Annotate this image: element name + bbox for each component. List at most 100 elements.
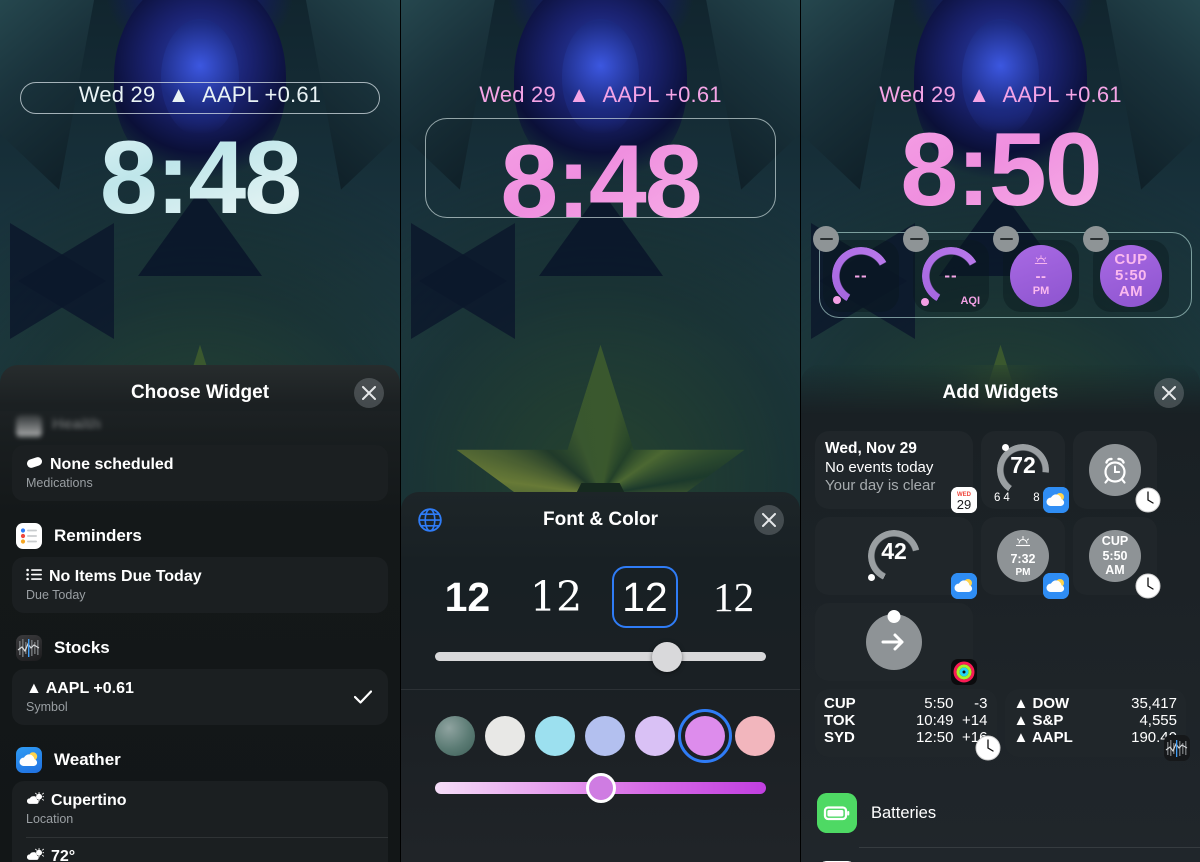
tile-time: 5:50 bbox=[1102, 548, 1128, 563]
list-item[interactable]: No Items Due Today Due Today bbox=[12, 557, 388, 613]
table-row: TOK 10:49 +14 bbox=[824, 712, 988, 729]
widget-card-stocks: ▲ AAPL +0.61 Symbol bbox=[12, 669, 388, 725]
app-name: Weather bbox=[54, 750, 121, 769]
tray-widget-aqi[interactable]: -- AQI bbox=[903, 226, 989, 312]
checkmark-icon bbox=[354, 690, 372, 704]
list-item[interactable]: None scheduled Medications bbox=[12, 445, 388, 501]
tile-city: CUP bbox=[1101, 533, 1129, 548]
lock-date-row[interactable]: Wed 29 ▲ AAPL +0.61 bbox=[401, 82, 800, 108]
widget-tile-alarm[interactable] bbox=[1073, 431, 1161, 513]
stocks-icon bbox=[16, 635, 42, 661]
app-header-reminders: Reminders bbox=[0, 513, 400, 555]
tile-line-3: Your day is clear bbox=[825, 477, 936, 495]
font-option-2-selected[interactable]: 12 bbox=[611, 566, 678, 628]
list-item[interactable]: ▲ AAPL +0.61 Symbol bbox=[12, 669, 388, 725]
color-swatch-multicolor[interactable] bbox=[435, 716, 475, 756]
close-button[interactable] bbox=[354, 378, 384, 408]
reminders-icon bbox=[16, 523, 42, 549]
tile-time: 7:32 bbox=[1010, 552, 1036, 567]
add-widgets-sheet: Add Widgets Wed, Nov 29 No events today … bbox=[801, 365, 1200, 862]
arrow-right-icon bbox=[881, 633, 904, 651]
remove-widget-button[interactable] bbox=[813, 226, 839, 252]
stocks-icon bbox=[1164, 735, 1190, 761]
color-swatch-cyan[interactable] bbox=[535, 716, 575, 756]
batteries-icon bbox=[817, 793, 857, 833]
sunset-circle: 7:32 PM bbox=[997, 530, 1049, 582]
tray-widget-sunset[interactable]: -- PM bbox=[993, 226, 1079, 312]
list-item-subtitle: Medications bbox=[26, 476, 93, 490]
alarm-clock-icon bbox=[1089, 444, 1141, 496]
font-option-3[interactable]: 12 bbox=[701, 566, 767, 628]
stock-value: 35,417 bbox=[1131, 695, 1177, 712]
table-row: ▲ DOW 35,417 bbox=[1014, 695, 1178, 712]
font-option-0[interactable]: 12 bbox=[434, 566, 500, 628]
remove-widget-button[interactable] bbox=[903, 226, 929, 252]
color-swatch-white[interactable] bbox=[485, 716, 525, 756]
close-button[interactable] bbox=[754, 505, 784, 535]
color-swatch-pink[interactable] bbox=[735, 716, 775, 756]
stock-symbol: ▲ AAPL bbox=[1013, 729, 1073, 746]
remove-widget-button[interactable] bbox=[1083, 226, 1109, 252]
widget-tile-sunset[interactable]: 7:32 PM bbox=[981, 517, 1069, 599]
sheet-partial-header-label: Health bbox=[52, 415, 101, 432]
stock-arrow-icon: ▲ bbox=[968, 82, 991, 107]
hue-slider[interactable] bbox=[435, 773, 766, 803]
lock-stock-ticker: AAPL +0.61 bbox=[602, 82, 722, 107]
color-swatch-lavender[interactable] bbox=[635, 716, 675, 756]
sheet-header: Add Widgets bbox=[801, 365, 1200, 421]
font-weight-slider[interactable] bbox=[435, 641, 766, 672]
color-swatch-periwinkle[interactable] bbox=[585, 716, 625, 756]
clock-icon bbox=[1135, 487, 1161, 513]
stock-value: 4,555 bbox=[1139, 712, 1177, 729]
lock-clock[interactable]: 8:48 bbox=[0, 126, 400, 230]
gauge-icon: -- bbox=[829, 244, 893, 308]
widget-tile-fitness[interactable] bbox=[815, 603, 977, 685]
widget-tray: -- -- AQI -- PM CUP 5:50 AM bbox=[813, 226, 1169, 312]
font-option-row: 12 12 12 12 bbox=[401, 548, 800, 632]
widget-list-scroller[interactable]: Health None scheduled Medications Remind… bbox=[0, 411, 400, 862]
list-item-partial-health[interactable]: Health bbox=[14, 411, 386, 437]
world-clock-circle: CUP 5:50 AM bbox=[1100, 245, 1162, 307]
weather-icon bbox=[1043, 487, 1069, 513]
tray-widget-meridiem: PM bbox=[1032, 284, 1050, 297]
app-header-stocks: Stocks bbox=[0, 625, 400, 667]
font-color-sheet: Font & Color 12 12 12 12 bbox=[401, 492, 800, 862]
list-item[interactable]: Cupertino Location bbox=[12, 781, 388, 837]
widget-tile-world-clock-list[interactable]: CUP 5:50 -3 TOK 10:49 +14 SYD 12:50 +16 bbox=[815, 689, 1000, 761]
hue-slider-knob[interactable] bbox=[585, 773, 616, 803]
remove-widget-button[interactable] bbox=[993, 226, 1019, 252]
panel-font-color: Wed 29 ▲ AAPL +0.61 8:48 Font & Color 12… bbox=[400, 0, 800, 862]
font-option-1[interactable]: 12 bbox=[523, 566, 589, 628]
list-item-title: No Items Due Today bbox=[49, 568, 202, 585]
list-item-calendar[interactable]: WED 29 Calendar bbox=[801, 847, 1200, 862]
color-swatch-orchid-selected[interactable] bbox=[678, 709, 732, 763]
stock-arrow-icon: ▲ bbox=[568, 82, 591, 107]
table-row: ▲ S&P 4,555 bbox=[1014, 712, 1178, 729]
list-item-batteries[interactable]: Batteries bbox=[801, 779, 1200, 847]
widget-tile-stocks-list[interactable]: ▲ DOW 35,417 ▲ S&P 4,555 ▲ AAPL 190.40 bbox=[1004, 689, 1190, 761]
calendar-29-icon: WED 29 bbox=[951, 487, 977, 513]
widget-tile-air-quality[interactable]: 42 bbox=[815, 517, 977, 599]
tray-widget-world-clock[interactable]: CUP 5:50 AM bbox=[1083, 226, 1169, 312]
lock-date: Wed 29 bbox=[879, 82, 956, 107]
tray-widget-value: -- bbox=[944, 266, 958, 285]
tray-widget-label: AQI bbox=[960, 295, 980, 307]
lock-date-row[interactable]: Wed 29 ▲ AAPL +0.61 bbox=[801, 82, 1200, 108]
widget-tile-weather[interactable]: 72 64 88 bbox=[981, 431, 1069, 513]
lock-date-row[interactable]: Wed 29 ▲ AAPL +0.61 bbox=[0, 82, 400, 108]
app-name: Reminders bbox=[54, 526, 142, 545]
tray-widget-weather-gauge[interactable]: -- bbox=[813, 226, 899, 312]
close-button[interactable] bbox=[1154, 378, 1184, 408]
lock-clock[interactable]: 8:48 bbox=[401, 130, 800, 234]
list-item[interactable]: 72° Conditions bbox=[12, 837, 388, 862]
clock-city: CUP bbox=[824, 695, 856, 712]
widget-tile-world-clock[interactable]: CUP 5:50 AM bbox=[1073, 517, 1161, 599]
lock-date: Wed 29 bbox=[479, 82, 556, 107]
health-icon bbox=[16, 413, 42, 437]
app-name: Stocks bbox=[54, 638, 110, 657]
widget-tile-calendar[interactable]: Wed, Nov 29 No events today Your day is … bbox=[815, 431, 977, 513]
globe-button[interactable] bbox=[417, 507, 443, 533]
pill-icon bbox=[26, 456, 43, 474]
font-weight-slider-knob[interactable] bbox=[651, 641, 682, 672]
lock-clock[interactable]: 8:50 bbox=[801, 118, 1200, 222]
